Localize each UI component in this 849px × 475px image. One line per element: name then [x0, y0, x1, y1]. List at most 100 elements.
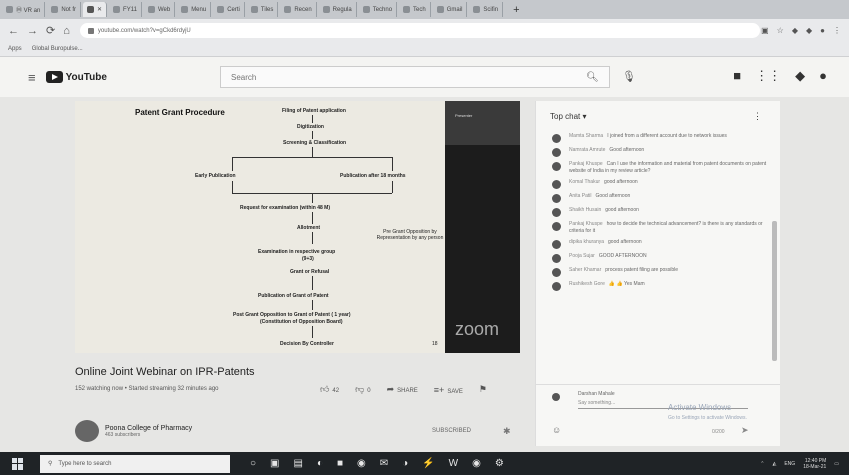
lock-icon [87, 27, 94, 34]
browser-tab[interactable]: Techno [359, 2, 398, 17]
channel-name[interactable]: Poona College of Pharmacy [105, 425, 192, 432]
mic-icon[interactable]: 🎙︎ [622, 70, 636, 83]
browser-tab[interactable]: Not fr [47, 2, 82, 17]
app-icon[interactable]: ▤ [294, 458, 303, 469]
create-video-icon[interactable]: ■ [733, 68, 741, 84]
clock[interactable]: 12:40 PM 18-Mar-21 [803, 458, 826, 470]
account-avatar-icon[interactable]: ● [819, 68, 827, 84]
reload-icon[interactable]: ⟳ [46, 24, 55, 37]
playlist-add-icon: ≡+ [433, 384, 445, 395]
apps-grid-icon[interactable]: ⋮⋮ [755, 68, 781, 84]
taskbar-search[interactable]: ⚲ Type here to search [40, 454, 230, 473]
mail-icon[interactable]: ✉ [380, 458, 388, 469]
save-button[interactable]: ≡+ SAVE [434, 385, 463, 395]
notifications-bell-icon[interactable]: ◆ [795, 68, 805, 84]
flow-allotment: Allotment [297, 225, 321, 231]
chrome-icon[interactable]: ◉ [472, 458, 481, 469]
app-icon[interactable]: ⚡ [422, 458, 434, 469]
chat-user-name: Darshan Mahale [578, 391, 615, 397]
flow-decision: Decision By Controller [280, 341, 334, 347]
windows-taskbar: ⚲ Type here to search ○ ▣ ▤ ◐ ■ ◉ ✉ ◑ ⚡ … [0, 452, 849, 475]
forward-icon[interactable]: → [27, 25, 38, 37]
browser-tab[interactable]: Ⓜ VR an [2, 2, 46, 17]
browser-menu-icon[interactable]: ⋮ [833, 26, 841, 35]
settings-icon[interactable]: ⚙ [495, 458, 504, 469]
channel-subscribers: 463 subscribers [105, 431, 141, 438]
browser-tab[interactable]: Certi [213, 2, 245, 17]
avatar [552, 194, 561, 203]
chat-message: Mamta Sharma I joined from a different ac… [536, 131, 780, 145]
youtube-logo[interactable]: YouTube [45, 71, 107, 83]
cast-icon[interactable]: ▣ [761, 26, 769, 35]
zoom-watermark: zoom [455, 319, 500, 339]
app-icon[interactable]: ◐ [317, 458, 323, 469]
presenter-camera [445, 101, 520, 145]
notification-bell-icon[interactable]: ✱ [503, 426, 511, 437]
task-view-icon[interactable]: ○ [250, 458, 256, 469]
browser-tab[interactable]: Regula [319, 2, 357, 17]
new-tab-button[interactable]: + [513, 4, 519, 16]
chrome-icon[interactable]: ◉ [357, 458, 366, 469]
user-avatar [552, 393, 560, 401]
like-button[interactable]: 👍︎ 42 [320, 384, 339, 395]
windows-start-icon[interactable] [12, 457, 24, 470]
profile-icon[interactable]: ● [820, 26, 825, 35]
emoji-icon[interactable]: ☺ [552, 425, 561, 435]
browser-tab-strip: Ⓜ VR an Not fr ✕ FY11 Web Menu Certi Til… [0, 0, 849, 19]
hamburger-menu-icon[interactable]: ≡ [28, 70, 36, 85]
dislike-button[interactable]: 👎︎ 0 [355, 384, 370, 395]
browser-tab[interactable]: FY11 [109, 2, 142, 17]
back-icon[interactable]: ← [8, 25, 19, 37]
report-flag-icon[interactable]: ⚑ [479, 384, 490, 395]
url-field[interactable]: youtube.com/watch?v=gCkd6rdyjU [79, 23, 760, 38]
browser-tab[interactable]: Tech [399, 2, 431, 17]
flow-early-publication: Early Publication [195, 173, 236, 179]
app-icon[interactable]: ◑ [402, 458, 408, 469]
search-input[interactable] [231, 72, 561, 82]
video-player[interactable]: Patent Grant Procedure Filing of Patent … [75, 101, 520, 353]
channel-avatar[interactable] [75, 420, 99, 442]
slide-number: 18 [432, 341, 438, 347]
flow-filing: Filing of Patent application [282, 108, 346, 114]
thumbs-down-icon: 👎︎ [355, 384, 365, 394]
extension-icon[interactable]: ◆ [792, 26, 798, 35]
tab-favicon-icon [436, 6, 444, 13]
avatar [552, 148, 561, 157]
browser-tab[interactable]: Recen [280, 2, 317, 17]
slide-title: Patent Grant Procedure [135, 108, 225, 117]
chat-menu-icon[interactable]: ⋮ [753, 111, 762, 122]
tab-favicon-icon [51, 6, 59, 13]
browser-tab[interactable]: Menu [177, 2, 212, 17]
taskbar-apps: ○ ▣ ▤ ◐ ■ ◉ ✉ ◑ ⚡ W ◉ ⚙ [250, 458, 504, 469]
send-icon[interactable]: ➤ [741, 425, 749, 436]
notifications-icon[interactable]: ▭ [834, 461, 839, 467]
browser-tab-active[interactable]: ✕ [83, 2, 108, 17]
browser-tab[interactable]: Scifin [469, 2, 504, 17]
flow-examination: Examination in respective group [258, 249, 336, 255]
url-text: youtube.com/watch?v=gCkd6rdyjU [97, 27, 191, 34]
home-icon[interactable]: ⌂ [63, 25, 70, 37]
header-actions: ■ ⋮⋮ ◆ ● [733, 68, 827, 84]
bookmark-item[interactable]: Global Buropulse... [32, 46, 83, 52]
word-icon[interactable]: W [449, 458, 458, 469]
browser-tab[interactable]: Gmail [433, 2, 468, 17]
browser-tab[interactable]: Web [144, 2, 176, 17]
flow-opposition-board: (Constitution of Opposition Board) [260, 319, 343, 325]
extension-icon[interactable]: ◆ [806, 26, 812, 35]
flow-publication-grant: Publication of Grant of Patent [258, 293, 329, 299]
chat-mode-dropdown[interactable]: Top chat ▾ [550, 112, 587, 121]
bookmarks-bar: Apps Global Buropulse... [0, 42, 849, 57]
language-indicator[interactable]: ENG [784, 461, 795, 467]
bookmark-apps[interactable]: Apps [8, 46, 22, 52]
subscribed-button[interactable]: SUBSCRIBED [432, 428, 471, 434]
bookmark-star-icon[interactable]: ☆ [777, 26, 784, 35]
app-icon[interactable]: ■ [337, 458, 343, 469]
browser-tab[interactable]: Tiles [247, 2, 279, 17]
search-icon[interactable]: 🔍︎ [575, 66, 610, 88]
share-button[interactable]: ➦ SHARE [387, 384, 418, 395]
tray-expand-icon[interactable]: ⌃ [760, 461, 764, 467]
share-icon: ➦ [386, 384, 395, 394]
store-icon[interactable]: ▣ [270, 458, 279, 469]
network-icon[interactable]: ◭ [772, 461, 776, 467]
chat-scrollbar[interactable] [772, 221, 777, 361]
